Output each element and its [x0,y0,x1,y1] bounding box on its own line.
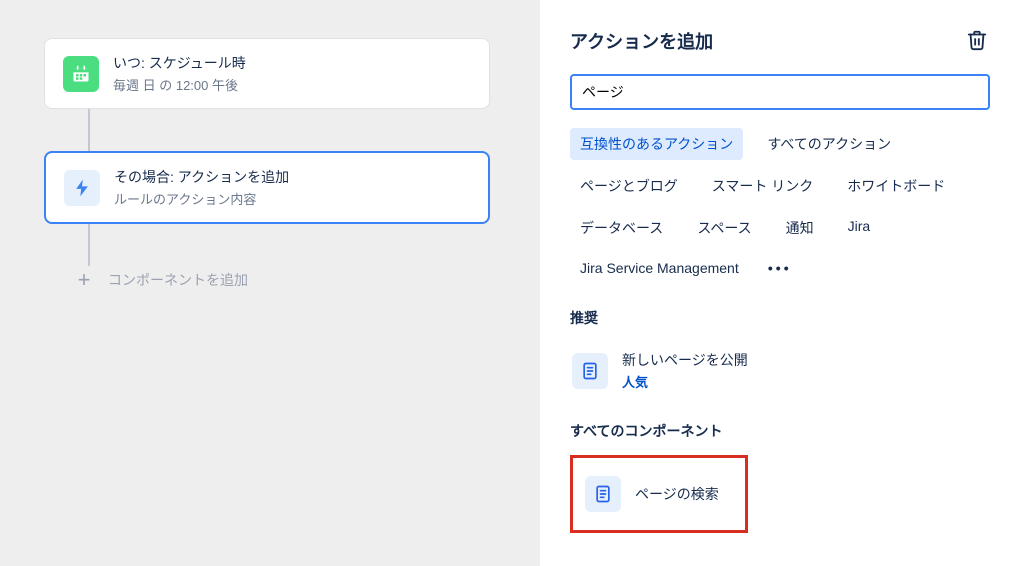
step-when-subtitle: 毎週 日 の 12:00 午後 [113,75,246,94]
automation-flow: いつ: スケジュール時 毎週 日 の 12:00 午後 その場合: アクションを… [0,0,540,566]
chip-smart-links[interactable]: スマート リンク [702,170,823,202]
component-title: 新しいページを公開 [622,350,748,370]
chip-whiteboard[interactable]: ホワイトボード [837,170,955,202]
chip-notification[interactable]: 通知 [776,212,824,244]
component-title: ページの検索 [635,484,719,504]
chip-database[interactable]: データベース [570,212,673,244]
recommended-section-label: 推奨 [570,308,990,328]
chip-pages-blogs[interactable]: ページとブログ [570,170,688,202]
chip-more-button[interactable]: ••• [763,254,797,282]
chip-all-actions[interactable]: すべてのアクション [757,128,901,160]
chip-jira[interactable]: Jira [838,212,881,244]
action-picker-panel: アクションを追加 互換性のあるアクション すべてのアクション ページとブログ ス… [540,0,1024,566]
add-component-button[interactable]: + コンポーネントを追加 [70,266,522,294]
step-then-title: その場合: アクションを追加 [114,167,289,187]
plus-icon: + [70,266,98,294]
panel-title: アクションを追加 [570,28,713,54]
step-then-subtitle: ルールのアクション内容 [114,189,289,208]
step-when-title: いつ: スケジュール時 [113,53,246,73]
chip-space[interactable]: スペース [687,212,761,244]
connector-line [88,224,90,266]
component-search-pages[interactable]: ページの検索 [583,470,735,518]
component-popular-badge: 人気 [622,372,748,391]
all-components-section-label: すべてのコンポーネント [570,421,990,441]
calendar-icon [63,56,99,92]
action-search-input[interactable] [570,74,990,110]
page-icon [572,353,608,389]
chip-jsm[interactable]: Jira Service Management [570,254,749,282]
highlighted-component: ページの検索 [570,455,748,533]
connector-line [88,109,90,151]
delete-button[interactable] [966,29,990,53]
step-when-scheduled[interactable]: いつ: スケジュール時 毎週 日 の 12:00 午後 [44,38,490,109]
chip-compatible-actions[interactable]: 互換性のあるアクション [570,128,743,160]
lightning-icon [64,170,100,206]
page-icon [585,476,621,512]
add-component-label: コンポーネントを追加 [108,270,248,290]
trash-icon [966,29,988,51]
step-then-add-action[interactable]: その場合: アクションを追加 ルールのアクション内容 [44,151,490,224]
filter-chip-row: 互換性のあるアクション すべてのアクション ページとブログ スマート リンク ホ… [570,128,990,282]
component-publish-new-page[interactable]: 新しいページを公開 人気 [570,344,990,397]
